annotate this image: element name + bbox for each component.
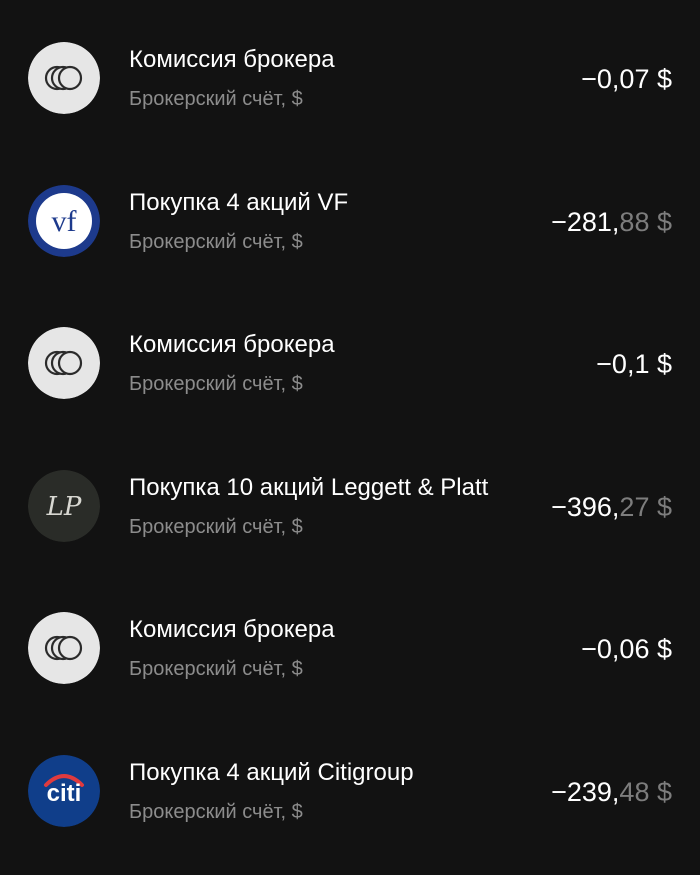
coins-icon bbox=[28, 612, 100, 684]
transaction-account: Брокерский счёт, $ bbox=[129, 88, 303, 110]
transaction-row[interactable]: LP Покупка 10 акций Leggett & Platt Брок… bbox=[0, 470, 700, 580]
amount-currency: $ bbox=[649, 492, 672, 522]
transaction-title: Покупка 4 акций VF bbox=[129, 189, 349, 216]
transaction-row[interactable]: vf Покупка 4 акций VF Брокерский счёт, $… bbox=[0, 185, 700, 295]
transaction-account: Брокерский счёт, $ bbox=[129, 658, 303, 680]
citi-logo-icon: citi bbox=[28, 755, 100, 827]
amount-main: −0,1 bbox=[596, 349, 650, 379]
amount-currency: $ bbox=[649, 64, 672, 94]
transaction-account: Брокерский счёт, $ bbox=[129, 516, 303, 538]
transaction-amount: −0,1 $ bbox=[596, 347, 672, 381]
leggett-platt-logo-icon: LP bbox=[28, 470, 100, 542]
amount-currency: $ bbox=[649, 777, 672, 807]
citi-logo-text: citi bbox=[47, 780, 82, 807]
transaction-amount: −0,07 $ bbox=[581, 62, 672, 96]
transaction-title: Комиссия брокера bbox=[129, 331, 335, 358]
transaction-amount: −239,48 $ bbox=[551, 775, 672, 809]
amount-currency: $ bbox=[649, 207, 672, 237]
amount-fraction: 27 bbox=[619, 492, 650, 522]
transaction-amount: −281,88 $ bbox=[551, 205, 672, 239]
transaction-account: Брокерский счёт, $ bbox=[129, 373, 303, 395]
transaction-account: Брокерский счёт, $ bbox=[129, 231, 303, 253]
lp-logo-text: LP bbox=[46, 492, 82, 522]
transaction-amount: −0,06 $ bbox=[581, 632, 672, 666]
amount-main: −0,06 bbox=[581, 634, 650, 664]
amount-currency: $ bbox=[649, 349, 672, 379]
coins-icon bbox=[28, 327, 100, 399]
transaction-title: Комиссия брокера bbox=[129, 616, 335, 643]
transaction-title: Комиссия брокера bbox=[129, 46, 335, 73]
transaction-amount: −396,27 $ bbox=[551, 490, 672, 524]
transaction-row[interactable]: citi Покупка 4 акций Citigroup Брокерски… bbox=[0, 755, 700, 865]
transaction-account: Брокерский счёт, $ bbox=[129, 801, 303, 823]
amount-main: −239, bbox=[551, 777, 620, 807]
amount-fraction: 48 bbox=[619, 777, 650, 807]
transaction-row[interactable]: Комиссия брокера Брокерский счёт, $ −0,0… bbox=[0, 612, 700, 722]
vf-logo-icon: vf bbox=[28, 185, 100, 257]
transaction-title: Покупка 4 акций Citigroup bbox=[129, 759, 414, 786]
amount-main: −281, bbox=[551, 207, 620, 237]
coins-icon bbox=[28, 42, 100, 114]
amount-currency: $ bbox=[649, 634, 672, 664]
vf-logo-text: vf bbox=[52, 205, 77, 238]
transaction-list: Комиссия брокера Брокерский счёт, $ −0,0… bbox=[0, 0, 700, 875]
transaction-row[interactable]: Комиссия брокера Брокерский счёт, $ −0,0… bbox=[0, 42, 700, 152]
amount-fraction: 88 bbox=[619, 207, 650, 237]
amount-main: −0,07 bbox=[581, 64, 650, 94]
transaction-row[interactable]: Комиссия брокера Брокерский счёт, $ −0,1… bbox=[0, 327, 700, 437]
transaction-title: Покупка 10 акций Leggett & Platt bbox=[129, 474, 489, 501]
amount-main: −396, bbox=[551, 492, 620, 522]
